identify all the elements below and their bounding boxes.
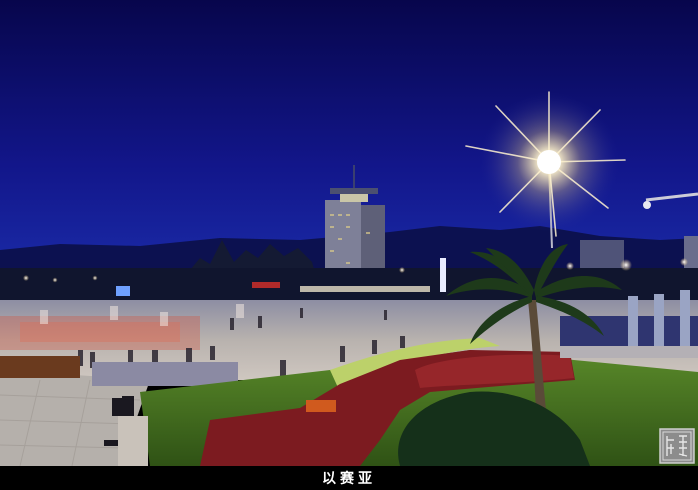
planter-top [0, 356, 80, 378]
caption-bar: 以赛亚 [0, 466, 698, 490]
night-plaza-photo [0, 0, 698, 466]
pool-pillars [628, 290, 690, 350]
lamp-head [643, 201, 651, 209]
far-right-building [684, 236, 698, 272]
right-building [580, 240, 624, 270]
planter-wall [92, 362, 238, 386]
bench [118, 416, 148, 466]
flower-patch [306, 400, 336, 412]
artist-seal-stamp [659, 428, 695, 464]
pool-edge [560, 346, 698, 358]
photo-caption: 以赛亚 [322, 471, 376, 487]
